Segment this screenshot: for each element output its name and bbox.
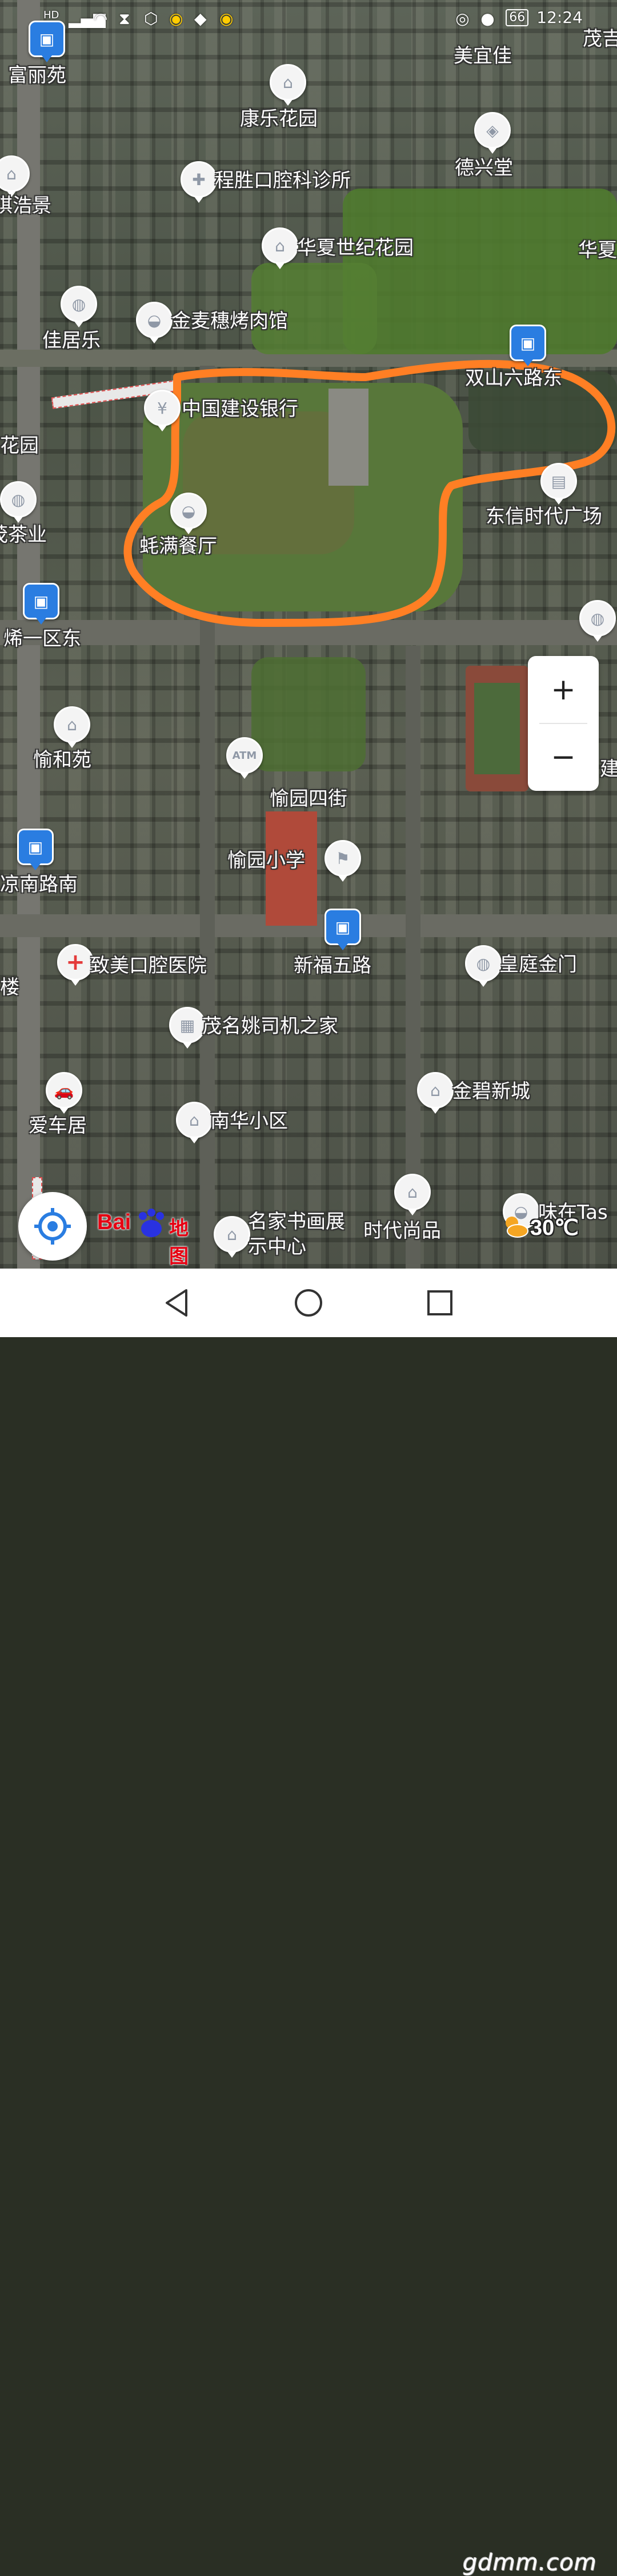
clinic-icon: ✚ [181, 161, 217, 203]
school-icon: ⚑ [324, 840, 361, 882]
poi-label: 华夏世纪花园 [297, 237, 414, 259]
paw-icon [139, 1209, 164, 1237]
navigation-bar: gdmm.com [0, 1269, 617, 2576]
sun-cloud-icon [506, 1217, 528, 1238]
poi-label: 琪浩景 [0, 194, 51, 217]
bus-stop-icon: ▣ [510, 325, 546, 366]
clock: 12:24 [536, 8, 583, 27]
poi-label: 程胜口腔科诊所 [215, 169, 351, 192]
shop-icon: ◍ [465, 945, 502, 987]
shop-icon: ◍ [61, 286, 97, 327]
weibo-icon: ◉ [169, 9, 183, 28]
status-icons-right: ◎ ● 66 12:24 [455, 8, 583, 28]
residential-icon: ⌂ [262, 227, 298, 269]
restaurant-icon: ◒ [170, 493, 207, 534]
poi-label: 凉南路南 [0, 873, 78, 896]
poi-label: 烯一区东 [3, 627, 81, 650]
poi-label: 愉园四街 [270, 787, 347, 810]
hourglass-icon: ⧗ [119, 9, 130, 28]
poi-label: 双山六路东 [465, 367, 562, 390]
mall-icon: ▤ [540, 463, 577, 505]
temperature: 30℃ [530, 1216, 579, 1240]
bus-stop-icon: ▣ [23, 583, 59, 625]
poi-label: 新福五路 [294, 954, 371, 977]
back-button[interactable] [154, 1280, 200, 1326]
home-button[interactable] [286, 1280, 331, 1326]
logo-text-ditu: 地图 [169, 1217, 189, 1268]
poi-label: 爱车居 [29, 1114, 87, 1137]
battery-indicator: 66 [506, 9, 529, 26]
recents-button[interactable] [417, 1280, 463, 1326]
shield-icon: ⬡ [144, 9, 158, 28]
bus-stop-icon: ▣ [324, 909, 361, 950]
poi-label: 南华小区 [210, 1110, 288, 1133]
poi-label: 富丽苑 [8, 64, 66, 87]
wifi-icon: ◠ [94, 9, 108, 28]
poi-label: 金麦穗烤肉馆 [171, 310, 288, 333]
poi-label: 楼 [0, 976, 19, 999]
locate-icon [34, 1208, 71, 1245]
eye-icon: ◎ [455, 9, 470, 28]
poi-label: 致美口腔医院 [90, 954, 207, 977]
museum-icon: ⌂ [214, 1216, 250, 1258]
logo-text-bai: Bai [97, 1210, 131, 1234]
poi-label: 蚝满餐厅 [139, 535, 217, 558]
poi-label: 皇庭金门 [499, 953, 577, 976]
office-icon: ▦ [169, 1007, 206, 1049]
shop-icon: ◍ [579, 600, 616, 642]
residential-icon: ⌂ [176, 1102, 213, 1143]
hospital-icon: + [57, 944, 94, 986]
signal-icon: ▂▄▆ [69, 9, 106, 28]
zoom-out-button[interactable]: − [528, 723, 599, 791]
poi-label: 花园 [0, 434, 39, 457]
poi-label: 华夏 [578, 239, 617, 262]
locate-button[interactable] [18, 1192, 87, 1261]
bank-icon: ¥ [144, 390, 181, 431]
status-bar: HD ▂▄▆ ◠ ⧗ ⬡ ◉ ◆ ◉ ◎ ● 66 12:24 [0, 0, 617, 39]
poi-label: 德兴堂 [455, 157, 513, 179]
weibo-icon: ◉ [219, 9, 234, 28]
poi-label: 愉园小学 [227, 849, 305, 872]
poi-label: 佳居乐 [42, 329, 101, 352]
location-icon: ● [480, 9, 495, 28]
shop-icon: ◍ [0, 481, 37, 523]
poi-label: 建 [600, 758, 617, 781]
satellite-map[interactable]: ▣ 富丽苑 美宜佳 茂吉 ⌂ 康乐花园 ◈ 德兴堂 ⌂ 琪浩景 ✚ 程胜口腔科诊… [0, 0, 617, 1269]
car-icon: 🚗 [46, 1072, 82, 1114]
poi-label: 中国建设银行 [182, 398, 298, 421]
poi-label: 金碧新城 [452, 1080, 530, 1103]
residential-icon: ⌂ [270, 64, 306, 106]
poi-label: 康乐花园 [240, 107, 318, 130]
restaurant-icon: ◒ [136, 302, 173, 343]
poi-label: 愉和苑 [33, 749, 91, 771]
residential-icon: ⌂ [54, 706, 90, 748]
atm-icon: ATM [226, 737, 263, 779]
hd-icon: HD [43, 9, 59, 21]
watermark: gdmm.com [463, 2550, 597, 2576]
poi-label: 名家书画展示中心 [248, 1210, 345, 1258]
pharmacy-icon: ◈ [474, 112, 511, 154]
zoom-in-button[interactable]: + [528, 656, 599, 723]
status-icons-left: HD ▂▄▆ ◠ ⧗ ⬡ ◉ ◆ ◉ [43, 9, 237, 28]
poi-label: 东信时代广场 [486, 505, 602, 528]
notification-icon: ◆ [194, 9, 207, 28]
bus-stop-icon: ▣ [17, 829, 54, 870]
poi-label: 茂名姚司机之家 [202, 1015, 338, 1038]
poi-label: 时代尚品 [363, 1219, 441, 1242]
zoom-control: + − [528, 656, 599, 791]
residential-icon: ⌂ [417, 1072, 454, 1114]
poi-label: 美宜佳 [454, 45, 512, 67]
residential-icon: ⌂ [394, 1174, 431, 1215]
poi-label: 茂茶业 [0, 523, 47, 546]
